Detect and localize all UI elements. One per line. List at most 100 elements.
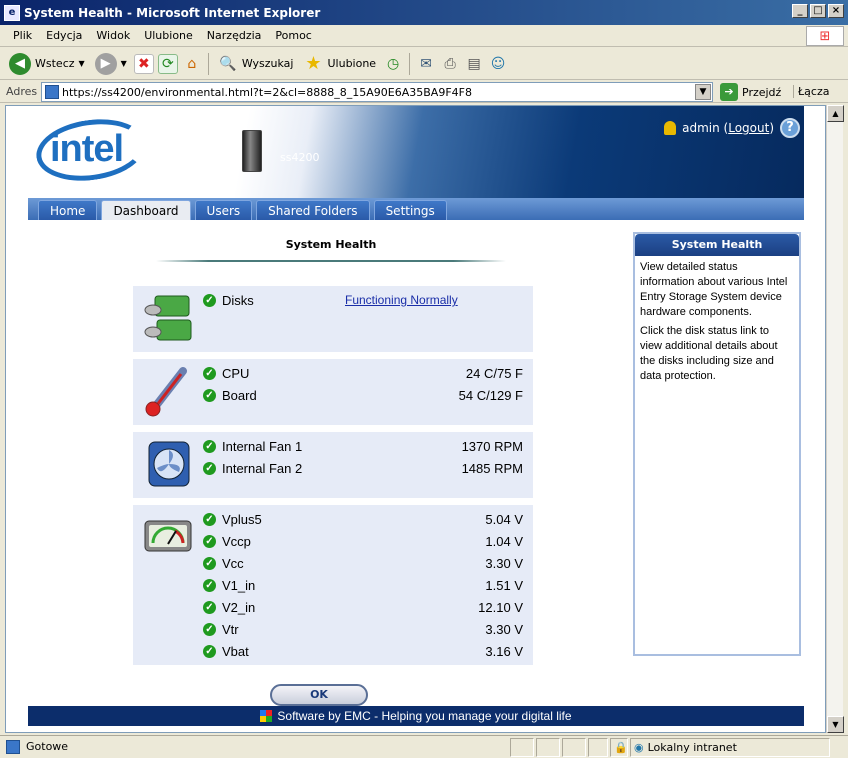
voltage-value: 3.16 V bbox=[485, 643, 523, 659]
forward-button[interactable]: ▶ ▼ bbox=[92, 51, 130, 77]
tab-dashboard[interactable]: Dashboard bbox=[101, 200, 191, 220]
status-cell bbox=[510, 738, 534, 757]
minimize-button[interactable]: _ bbox=[792, 4, 808, 18]
address-input[interactable]: https://ss4200/environmental.html?t=2&cl… bbox=[41, 82, 713, 102]
board-value: 54 C/129 F bbox=[458, 387, 523, 403]
check-icon: ✓ bbox=[203, 512, 216, 526]
main-content: System Health ✓ Disks Functioning Normal… bbox=[28, 220, 804, 706]
menu-tools[interactable]: Narzędzia bbox=[200, 29, 269, 42]
back-button[interactable]: ◀ Wstecz ▼ bbox=[6, 51, 88, 77]
search-label: Wyszukaj bbox=[241, 57, 294, 70]
toolbar-separator bbox=[207, 52, 209, 75]
voltage-row: ✓ Vplus5 5.04 V bbox=[203, 509, 523, 529]
check-icon: ✓ bbox=[203, 388, 216, 402]
emc-logo-icon bbox=[260, 710, 273, 722]
chevron-down-icon[interactable]: ▼ bbox=[121, 59, 127, 68]
voltage-row: ✓ V2_in 12.10 V bbox=[203, 597, 523, 617]
print-icon[interactable]: ⎙ bbox=[440, 54, 460, 74]
intranet-icon: ◉ bbox=[634, 741, 644, 754]
search-icon: 🔍 bbox=[219, 55, 237, 72]
voltmeter-icon bbox=[144, 520, 192, 552]
voltage-value: 1.04 V bbox=[485, 533, 523, 549]
voltage-value: 3.30 V bbox=[485, 621, 523, 637]
status-cell bbox=[562, 738, 586, 757]
menu-help[interactable]: Pomoc bbox=[268, 29, 318, 42]
chevron-down-icon[interactable]: ▼ bbox=[79, 59, 85, 68]
fan-2-label: Internal Fan 2 bbox=[222, 460, 303, 476]
logout-link[interactable]: Logout bbox=[728, 121, 769, 135]
voltage-value: 3.30 V bbox=[485, 555, 523, 571]
voltage-value: 1.51 V bbox=[485, 577, 523, 593]
history-icon[interactable]: ◷ bbox=[383, 54, 403, 74]
disks-section: ✓ Disks Functioning Normally bbox=[133, 286, 533, 352]
scroll-up-button[interactable]: ▲ bbox=[827, 105, 844, 122]
disk-icon bbox=[144, 295, 192, 341]
user-area: admin (Logout) ? bbox=[664, 118, 800, 138]
star-icon: ★ bbox=[305, 53, 322, 74]
toolbar: ◀ Wstecz ▼ ▶ ▼ ✖ ⟳ ⌂ 🔍 Wyszukaj ★ Ulubio… bbox=[0, 48, 848, 80]
edit-icon[interactable]: ▤ bbox=[464, 54, 484, 74]
menu-edit[interactable]: Edycja bbox=[39, 29, 89, 42]
address-dropdown-button[interactable]: ▼ bbox=[695, 84, 711, 100]
ok-button[interactable]: OK bbox=[270, 684, 368, 706]
voltage-label: Vbat bbox=[222, 643, 249, 659]
maximize-button[interactable]: □ bbox=[810, 4, 826, 18]
forward-arrow-icon: ▶ bbox=[94, 52, 117, 75]
menu-favorites[interactable]: Ulubione bbox=[137, 29, 200, 42]
links-button[interactable]: Łącza bbox=[793, 85, 830, 98]
lock-icon: 🔒 bbox=[614, 741, 628, 754]
vertical-scrollbar[interactable]: ▲ ▼ bbox=[826, 105, 844, 733]
nas-device-icon bbox=[242, 130, 262, 172]
voltage-label: V2_in bbox=[222, 599, 256, 615]
mail-icon[interactable]: ✉ bbox=[416, 54, 436, 74]
refresh-icon[interactable]: ⟳ bbox=[157, 53, 178, 74]
stop-icon[interactable]: ✖ bbox=[133, 53, 154, 74]
window-titlebar: e System Health - Microsoft Internet Exp… bbox=[0, 0, 848, 25]
disk-status-link[interactable]: Functioning Normally bbox=[345, 293, 458, 307]
menu-bar: Plik Edycja Widok Ulubione Narzędzia Pom… bbox=[0, 25, 848, 47]
page-header: intel ss4200 admin (Logout) ? bbox=[28, 106, 804, 198]
tab-settings[interactable]: Settings bbox=[373, 200, 447, 220]
tab-home[interactable]: Home bbox=[38, 200, 98, 220]
menu-view[interactable]: Widok bbox=[89, 29, 137, 42]
board-temp-row: ✓ Board 54 C/129 F bbox=[203, 385, 523, 405]
check-icon: ✓ bbox=[203, 439, 216, 453]
voltage-row: ✓ Vbat 3.16 V bbox=[203, 641, 523, 661]
voltage-row: ✓ Vccp 1.04 V bbox=[203, 531, 523, 551]
tab-shared-folders[interactable]: Shared Folders bbox=[256, 200, 370, 220]
check-icon: ✓ bbox=[203, 622, 216, 636]
voltage-row: ✓ Vtr 3.30 V bbox=[203, 619, 523, 639]
nav-tabs: Home Dashboard Users Shared Folders Sett… bbox=[28, 198, 804, 220]
fan-2-value: 1485 RPM bbox=[461, 460, 523, 476]
check-icon: ✓ bbox=[203, 534, 216, 548]
status-cell bbox=[588, 738, 608, 757]
browser-viewport: intel ss4200 admin (Logout) ? Home Dashb… bbox=[5, 105, 826, 733]
user-icon bbox=[664, 121, 677, 135]
messenger-icon[interactable]: ☺ bbox=[488, 54, 508, 74]
search-button[interactable]: 🔍 Wyszukaj bbox=[215, 52, 297, 76]
favorites-button[interactable]: ★ Ulubione bbox=[300, 52, 379, 76]
check-icon: ✓ bbox=[203, 578, 216, 592]
page-footer: Software by EMC - Helping you manage you… bbox=[28, 706, 804, 726]
fan-icon bbox=[148, 441, 190, 487]
fan-2-row: ✓ Internal Fan 2 1485 RPM bbox=[203, 458, 523, 478]
help-icon[interactable]: ? bbox=[780, 118, 800, 138]
close-button[interactable]: × bbox=[828, 4, 844, 18]
menu-file[interactable]: Plik bbox=[6, 29, 39, 42]
tab-users[interactable]: Users bbox=[194, 200, 253, 220]
cpu-label: CPU bbox=[222, 365, 250, 381]
home-icon[interactable]: ⌂ bbox=[182, 54, 202, 74]
scroll-down-button[interactable]: ▼ bbox=[827, 716, 844, 733]
cpu-value: 24 C/75 F bbox=[465, 365, 523, 381]
status-bar: Gotowe 🔒 ◉ Lokalny intranet bbox=[0, 735, 848, 758]
voltage-section: ✓ Vplus5 5.04 V ✓ Vccp 1.04 V ✓ Vcc 3.30… bbox=[133, 505, 533, 665]
voltage-label: V1_in bbox=[222, 577, 256, 593]
disk-status-row: ✓ Disks Functioning Normally bbox=[203, 290, 523, 310]
check-icon: ✓ bbox=[203, 600, 216, 614]
fan-section: ✓ Internal Fan 1 1370 RPM ✓ Internal Fan… bbox=[133, 432, 533, 498]
temperature-section: ✓ CPU 24 C/75 F ✓ Board 54 C/129 F bbox=[133, 359, 533, 425]
zone-text: Lokalny intranet bbox=[647, 741, 737, 754]
go-button[interactable]: ➔ Przejdź bbox=[720, 83, 781, 101]
toolbar-separator bbox=[409, 52, 411, 75]
voltage-row: ✓ Vcc 3.30 V bbox=[203, 553, 523, 573]
